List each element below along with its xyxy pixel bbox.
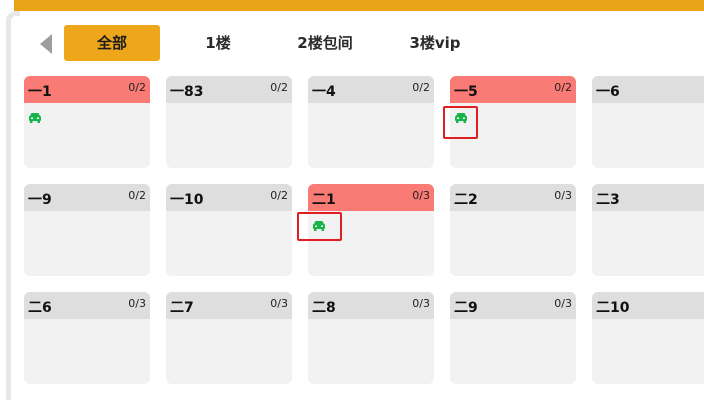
table-card[interactable]: 一83 0/2 bbox=[166, 76, 292, 168]
table-card[interactable]: 二7 0/3 bbox=[166, 292, 292, 384]
table-card-header: 一4 0/2 bbox=[308, 76, 434, 103]
table-name: 一4 bbox=[312, 84, 336, 100]
floor-tabs: 全部 1楼 2楼包间 3楼vip bbox=[0, 24, 704, 62]
table-capacity: 0/3 bbox=[554, 189, 572, 202]
table-card-header: 一83 0/2 bbox=[166, 76, 292, 103]
table-card-header: 一5 0/2 bbox=[450, 76, 576, 103]
table-card-header: 一60/ bbox=[592, 76, 704, 103]
table-card[interactable]: 二30/ bbox=[592, 184, 704, 276]
table-capacity: 0/2 bbox=[270, 81, 288, 94]
table-card[interactable]: 一9 0/2 bbox=[24, 184, 150, 276]
table-card-header: 一1 0/2 bbox=[24, 76, 150, 103]
table-card-header: 二8 0/3 bbox=[308, 292, 434, 319]
table-card-header: 二9 0/3 bbox=[450, 292, 576, 319]
tab-all[interactable]: 全部 bbox=[64, 25, 160, 61]
table-capacity: 0/2 bbox=[412, 81, 430, 94]
table-card[interactable]: 一4 0/2 bbox=[308, 76, 434, 168]
table-name: 一10 bbox=[170, 192, 204, 208]
left-rail bbox=[6, 22, 11, 400]
top-accent-bar bbox=[0, 0, 704, 11]
table-name: 二7 bbox=[170, 300, 194, 316]
highlight-box bbox=[443, 106, 478, 139]
table-capacity: 0/2 bbox=[554, 81, 572, 94]
table-card-header: 二30/ bbox=[592, 184, 704, 211]
table-name: 二3 bbox=[596, 192, 620, 208]
table-card-header: 二6 0/3 bbox=[24, 292, 150, 319]
table-card-header: 二7 0/3 bbox=[166, 292, 292, 319]
table-card[interactable]: 一1 0/2 bbox=[24, 76, 150, 168]
tab-floor-2-rooms[interactable]: 2楼包间 bbox=[285, 25, 365, 61]
table-name: 二1 bbox=[312, 192, 336, 208]
top-bar-corner bbox=[0, 0, 14, 11]
table-card-header: 一10 0/2 bbox=[166, 184, 292, 211]
table-capacity: 0/3 bbox=[554, 297, 572, 310]
table-card[interactable]: 二8 0/3 bbox=[308, 292, 434, 384]
table-capacity: 0/2 bbox=[128, 81, 146, 94]
tab-floor-1[interactable]: 1楼 bbox=[190, 25, 246, 61]
table-capacity: 0/2 bbox=[270, 189, 288, 202]
table-card[interactable]: 一60/ bbox=[592, 76, 704, 168]
table-name: 二6 bbox=[28, 300, 52, 316]
table-card[interactable]: 二6 0/3 bbox=[24, 292, 150, 384]
table-card-header: 二2 0/3 bbox=[450, 184, 576, 211]
table-name: 二2 bbox=[454, 192, 478, 208]
table-capacity: 0/3 bbox=[412, 297, 430, 310]
table-capacity: 0/3 bbox=[270, 297, 288, 310]
table-name: 一5 bbox=[454, 84, 478, 100]
table-card[interactable]: 二100/ bbox=[592, 292, 704, 384]
table-card[interactable]: 一10 0/2 bbox=[166, 184, 292, 276]
tab-scroll-left-icon[interactable] bbox=[40, 34, 52, 54]
tab-floor-3-vip[interactable]: 3楼vip bbox=[397, 25, 473, 61]
table-name: 二9 bbox=[454, 300, 478, 316]
table-card-header: 二1 0/3 bbox=[308, 184, 434, 211]
table-capacity: 0/2 bbox=[128, 189, 146, 202]
table-name: 一9 bbox=[28, 192, 52, 208]
table-name: 二10 bbox=[596, 300, 630, 316]
table-card-header: 一9 0/2 bbox=[24, 184, 150, 211]
table-card[interactable]: 二9 0/3 bbox=[450, 292, 576, 384]
table-name: 一6 bbox=[596, 84, 620, 100]
car-icon bbox=[28, 110, 42, 124]
table-card[interactable]: 二2 0/3 bbox=[450, 184, 576, 276]
table-capacity: 0/3 bbox=[128, 297, 146, 310]
table-name: 一1 bbox=[28, 84, 52, 100]
table-card-header: 二100/ bbox=[592, 292, 704, 319]
table-name: 二8 bbox=[312, 300, 336, 316]
table-capacity: 0/3 bbox=[412, 189, 430, 202]
table-name: 一83 bbox=[170, 84, 204, 100]
highlight-box bbox=[297, 212, 342, 241]
